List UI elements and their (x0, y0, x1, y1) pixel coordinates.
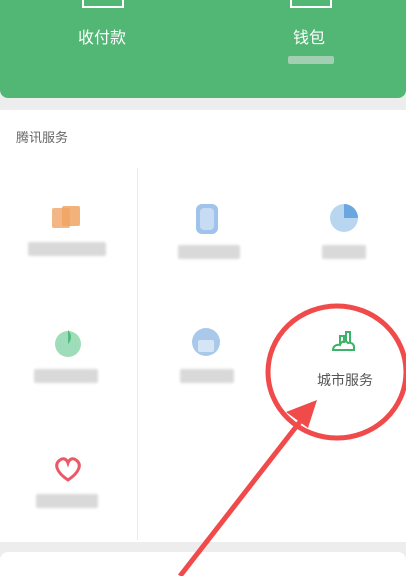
heart-icon (55, 457, 81, 482)
service-label-4 (34, 369, 98, 383)
service-label-7 (36, 494, 98, 508)
wallet-label: 钱包 (292, 28, 325, 47)
pie-icon (330, 204, 358, 232)
wallet-button[interactable]: 钱包 (270, 24, 348, 48)
tencent-services-title: 腾讯服务 (16, 131, 69, 146)
cards-icon (52, 206, 80, 228)
city-service-label: 城市服务 (317, 373, 373, 389)
next-section-card (0, 552, 406, 576)
receive-pay-label: 收付款 (77, 28, 126, 47)
shield-icon (192, 328, 220, 356)
wallet-balance-blurred (288, 56, 334, 64)
service-label-1 (28, 242, 106, 256)
wallet-header: 收付款 钱包 (0, 0, 406, 98)
leaf-icon (55, 330, 81, 357)
column-divider (137, 168, 138, 540)
phone-icon (196, 204, 218, 234)
service-label-5 (180, 369, 234, 383)
service-label-2 (178, 245, 240, 259)
receive-pay-icon (82, 0, 124, 8)
service-label-3 (322, 245, 366, 259)
wallet-icon (290, 0, 332, 8)
receive-pay-button[interactable]: 收付款 (66, 24, 138, 48)
city-building-icon (331, 331, 355, 351)
